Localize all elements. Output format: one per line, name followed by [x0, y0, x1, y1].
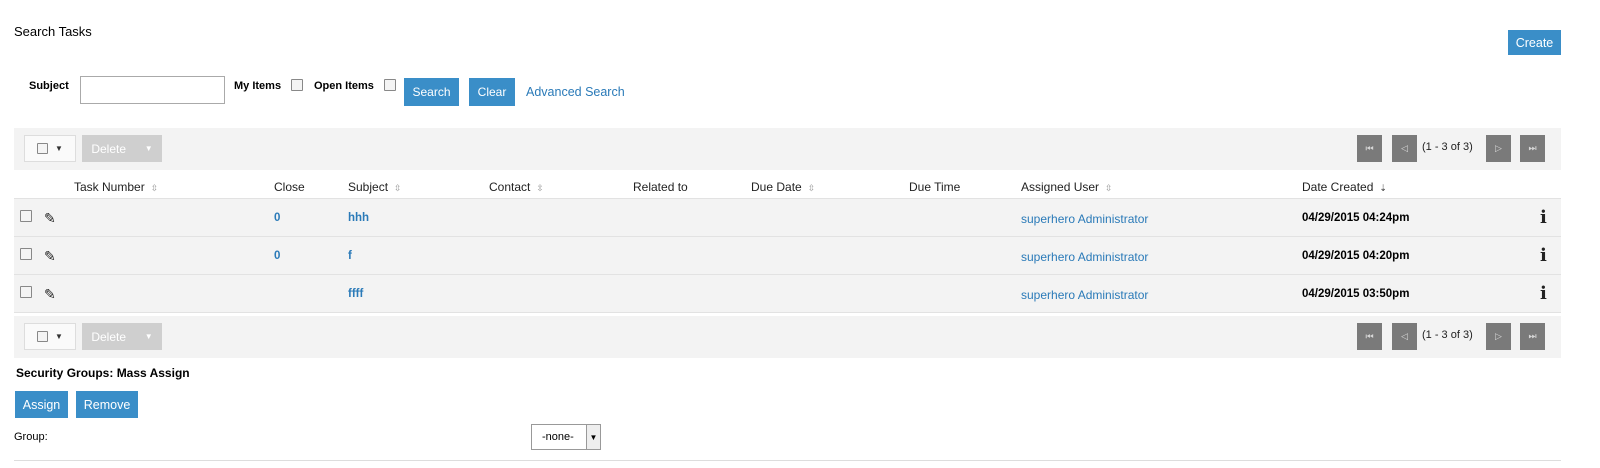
info-icon[interactable]: i [1540, 207, 1547, 228]
column-header-related-to: Related to [633, 180, 688, 194]
select-all-dropdown[interactable]: ▼ [24, 323, 76, 350]
security-groups-title: Security Groups: Mass Assign [16, 366, 190, 380]
subject-input[interactable] [80, 76, 225, 104]
row-checkbox[interactable] [20, 248, 32, 260]
page-title: Search Tasks [14, 24, 92, 39]
table-row: ✎ ffff superhero Administrator 04/29/201… [14, 275, 1561, 313]
chevron-down-icon: ▼ [586, 425, 600, 449]
caret-down-icon: ▼ [144, 332, 153, 341]
info-icon[interactable]: i [1540, 245, 1547, 266]
remove-button[interactable]: Remove [76, 391, 138, 418]
sort-icon: ⇳ [536, 183, 544, 193]
row-close-link[interactable]: 0 [274, 212, 280, 224]
delete-button[interactable]: Delete ▼ [82, 323, 162, 350]
open-items-label: Open Items [314, 80, 374, 92]
row-subject-link[interactable]: f [348, 250, 352, 262]
my-items-label: My Items [234, 80, 282, 92]
row-date-created: 04/29/2015 03:50pm [1302, 288, 1410, 300]
table-row: ✎ 0 f superhero Administrator 04/29/2015… [14, 237, 1561, 275]
search-button[interactable]: Search [404, 78, 459, 106]
row-assigned-user-link[interactable]: superhero Administrator [1021, 212, 1148, 226]
delete-label: Delete [91, 329, 127, 344]
sort-icon: ⇳ [1105, 183, 1113, 193]
row-subject-link[interactable]: ffff [348, 288, 363, 300]
create-button[interactable]: Create [1508, 30, 1561, 55]
first-page-icon[interactable]: ⏮ [1357, 135, 1382, 162]
row-date-created: 04/29/2015 04:20pm [1302, 250, 1410, 262]
column-header-due-date[interactable]: Due Date ⇳ [751, 180, 815, 194]
select-all-checkbox[interactable] [37, 331, 49, 342]
open-items-checkbox[interactable] [384, 79, 396, 91]
prev-page-icon[interactable]: ◁ [1392, 135, 1417, 162]
column-header-close: Close [274, 180, 305, 194]
next-page-icon[interactable]: ▷ [1486, 135, 1511, 162]
table-row: ✎ 0 hhh superhero Administrator 04/29/20… [14, 199, 1561, 237]
column-header-contact[interactable]: Contact ⇳ [489, 180, 544, 194]
column-header-assigned-user[interactable]: Assigned User ⇳ [1021, 180, 1113, 194]
assign-button[interactable]: Assign [15, 391, 68, 418]
delete-button[interactable]: Delete ▼ [82, 135, 162, 162]
caret-down-icon: ▼ [144, 144, 153, 153]
group-label: Group: [14, 431, 48, 443]
row-checkbox[interactable] [20, 286, 32, 298]
pagination-range: (1 - 3 of 3) [1422, 141, 1473, 153]
column-header-subject[interactable]: Subject ⇳ [348, 180, 402, 194]
row-checkbox[interactable] [20, 210, 32, 222]
next-page-icon[interactable]: ▷ [1486, 323, 1511, 350]
last-page-icon[interactable]: ⏭ [1520, 323, 1545, 350]
column-header-due-time: Due Time [909, 180, 961, 194]
first-page-icon[interactable]: ⏮ [1357, 323, 1382, 350]
row-assigned-user-link[interactable]: superhero Administrator [1021, 288, 1148, 302]
pencil-icon[interactable]: ✎ [44, 248, 56, 265]
sort-icon: ⇳ [150, 183, 159, 193]
sort-desc-icon: ⇣ [1379, 183, 1387, 193]
list-action-bar-top: ▼ Delete ▼ ⏮ ◁ (1 - 3 of 3) ▷ ⏭ [14, 128, 1561, 170]
pagination-range: (1 - 3 of 3) [1422, 329, 1473, 341]
bottom-divider [14, 460, 1561, 461]
column-header-date-created[interactable]: Date Created ⇣ [1302, 180, 1387, 194]
pencil-icon[interactable]: ✎ [44, 210, 56, 227]
sort-icon: ⇳ [807, 183, 816, 193]
advanced-search-link[interactable]: Advanced Search [526, 85, 625, 99]
group-select-value: -none- [542, 431, 574, 443]
pencil-icon[interactable]: ✎ [44, 286, 56, 303]
group-select[interactable]: -none- ▼ [531, 424, 601, 450]
last-page-icon[interactable]: ⏭ [1520, 135, 1545, 162]
select-all-checkbox[interactable] [37, 143, 49, 154]
row-date-created: 04/29/2015 04:24pm [1302, 212, 1410, 224]
column-header-task-number[interactable]: Task Number ⇳ [74, 180, 158, 194]
delete-label: Delete [91, 141, 127, 156]
row-subject-link[interactable]: hhh [348, 212, 369, 224]
clear-button[interactable]: Clear [469, 78, 515, 106]
list-action-bar-bottom: ▼ Delete ▼ ⏮ ◁ (1 - 3 of 3) ▷ ⏭ [14, 316, 1561, 358]
my-items-checkbox[interactable] [291, 79, 303, 91]
row-assigned-user-link[interactable]: superhero Administrator [1021, 250, 1148, 264]
subject-label: Subject [29, 80, 69, 92]
sort-icon: ⇳ [394, 183, 402, 193]
info-icon[interactable]: i [1540, 283, 1547, 304]
caret-down-icon: ▼ [55, 144, 63, 153]
row-close-link[interactable]: 0 [274, 250, 280, 262]
prev-page-icon[interactable]: ◁ [1392, 323, 1417, 350]
select-all-dropdown[interactable]: ▼ [24, 135, 76, 162]
caret-down-icon: ▼ [55, 332, 63, 341]
